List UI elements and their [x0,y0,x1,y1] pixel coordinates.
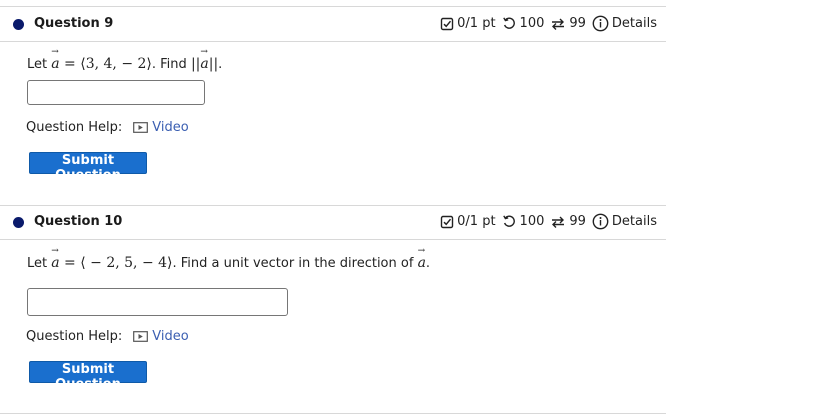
answer-input[interactable] [27,80,205,105]
vector-symbol: a [51,47,59,72]
question-header: Question 9 0/1 pt 100 99 Details [0,9,666,39]
divider [0,6,666,7]
checkbox-icon [440,215,454,229]
submit-question-button[interactable]: Submit Question [29,152,147,183]
question-help: Question Help: Video [26,329,189,344]
divider [0,239,666,240]
video-icon [133,122,149,133]
question-help: Question Help: Video [26,120,189,135]
video-link[interactable]: Video [133,329,189,344]
video-label: Video [152,329,189,344]
vector-symbol: a [200,47,208,72]
video-icon [133,331,149,342]
video-label: Video [152,120,189,135]
retry-count: 100 [519,16,545,31]
versions-icon [550,215,566,229]
question-meta: 0/1 pt 100 99 Details [440,213,657,230]
bullet-icon [13,217,24,228]
bullet-icon [13,19,24,30]
question-title: Question 9 [34,16,114,31]
score-text: 0/1 pt [457,16,496,31]
info-icon[interactable] [592,15,609,32]
video-link[interactable]: Video [133,120,189,135]
retry-count: 100 [519,214,545,229]
versions-count: 99 [569,16,586,31]
submit-question-button[interactable]: Submit Question [29,361,147,392]
divider [0,205,666,206]
question-header: Question 10 0/1 pt 100 99 Details [0,207,666,237]
question-title: Question 10 [34,214,123,229]
details-link[interactable]: Details [612,16,657,31]
versions-count: 99 [569,214,586,229]
retry-icon [502,214,517,229]
vector-value: ⟨ − 2, 5, − 4⟩ [80,255,173,271]
score-text: 0/1 pt [457,214,496,229]
answer-input[interactable] [27,288,288,316]
question-help-label: Question Help: [26,120,123,135]
question-prompt: Let a = ⟨ − 2, 5, − 4⟩. Find a unit vect… [27,246,430,271]
question-help-label: Question Help: [26,329,123,344]
retry-icon [502,16,517,31]
vector-value: ⟨3, 4, − 2⟩ [80,56,152,72]
question-meta: 0/1 pt 100 99 Details [440,15,657,32]
question-prompt: Let a = ⟨3, 4, − 2⟩. Find ||a||. [27,47,222,72]
info-icon[interactable] [592,213,609,230]
checkbox-icon [440,17,454,31]
divider [0,41,666,42]
details-link[interactable]: Details [612,214,657,229]
versions-icon [550,17,566,31]
vector-symbol: a [418,246,426,271]
vector-symbol: a [51,246,59,271]
